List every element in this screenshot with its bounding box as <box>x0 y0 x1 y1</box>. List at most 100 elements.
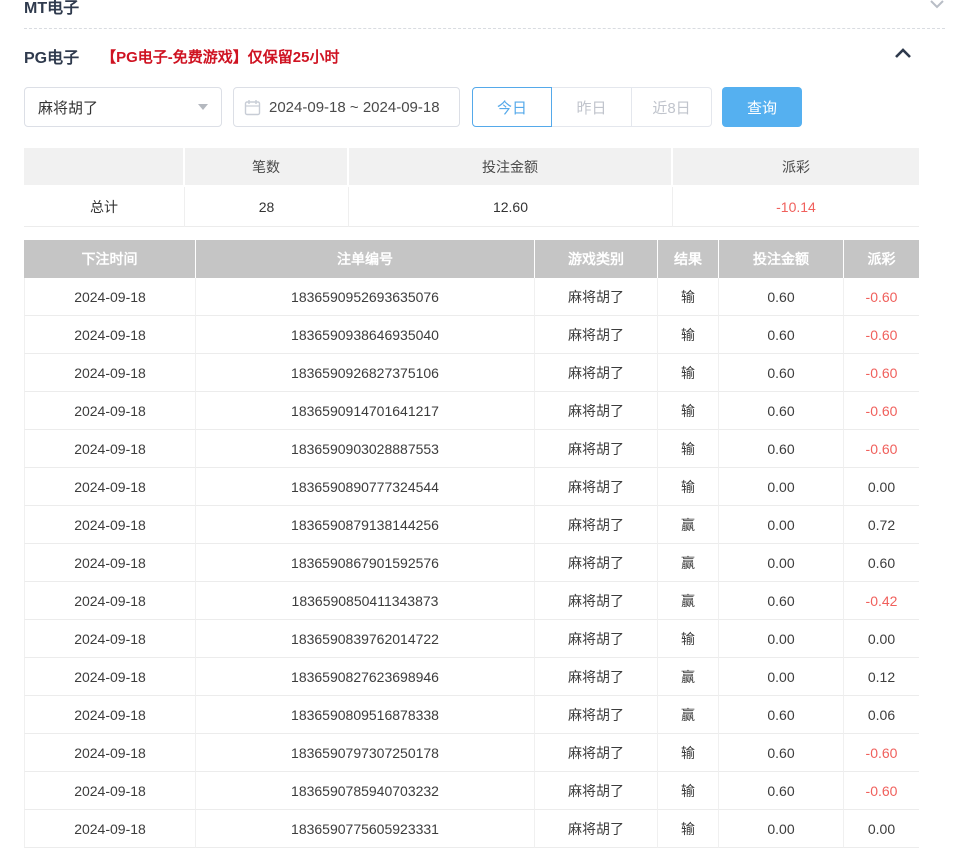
bets-header-cell-1: 注单编号 <box>196 240 535 278</box>
section-title: PG电子 <box>24 44 79 68</box>
bet-payout-cell: 0.00 <box>844 620 919 658</box>
summary-header-cell-2: 投注金额 <box>349 148 673 187</box>
game-select-value: 麻将胡了 <box>38 97 98 118</box>
bet-amount-cell: 0.00 <box>719 544 844 582</box>
bet-result-cell: 输 <box>658 734 719 772</box>
table-row: 2024-09-181836590890777324544麻将胡了输0.000.… <box>24 468 919 506</box>
bet-amount-cell: 0.60 <box>719 278 844 316</box>
bet-amount-cell: 0.60 <box>719 696 844 734</box>
bet-date-cell: 2024-09-18 <box>24 506 196 544</box>
table-row: 2024-09-181836590809516878338麻将胡了赢0.600.… <box>24 696 919 734</box>
query-button[interactable]: 查询 <box>722 87 802 127</box>
bet-id-cell: 1836590809516878338 <box>196 696 535 734</box>
bets-header-cell-4: 投注金额 <box>719 240 844 278</box>
bet-result-cell: 输 <box>658 620 719 658</box>
bet-result-cell: 输 <box>658 430 719 468</box>
bet-result-cell: 输 <box>658 392 719 430</box>
bet-date-cell: 2024-09-18 <box>24 658 196 696</box>
bet-date-cell: 2024-09-18 <box>24 772 196 810</box>
quick-filter-button-1[interactable]: 昨日 <box>552 87 632 127</box>
bet-id-cell: 1836590952693635076 <box>196 278 535 316</box>
table-row: 2024-09-181836590797307250178麻将胡了输0.60-0… <box>24 734 919 772</box>
chevron-up-icon <box>894 47 912 62</box>
table-row: 2024-09-181836590775605923331麻将胡了输0.000.… <box>24 810 919 848</box>
bet-id-cell: 1836590879138144256 <box>196 506 535 544</box>
bet-game-cell: 麻将胡了 <box>535 506 658 544</box>
bet-date-cell: 2024-09-18 <box>24 810 196 848</box>
game-select[interactable]: 麻将胡了 <box>24 87 222 127</box>
bet-result-cell: 输 <box>658 468 719 506</box>
bet-game-cell: 麻将胡了 <box>535 810 658 848</box>
bet-game-cell: 麻将胡了 <box>535 772 658 810</box>
quick-filter-button-2[interactable]: 近8日 <box>632 87 712 127</box>
bet-date-cell: 2024-09-18 <box>24 316 196 354</box>
bet-game-cell: 麻将胡了 <box>535 734 658 772</box>
bet-amount-cell: 0.60 <box>719 582 844 620</box>
bet-amount-cell: 0.60 <box>719 316 844 354</box>
bet-date-cell: 2024-09-18 <box>24 354 196 392</box>
summary-header-cell-3: 派彩 <box>673 148 919 187</box>
date-range-value: 2024-09-18 ~ 2024-09-18 <box>269 99 440 116</box>
bet-result-cell: 赢 <box>658 544 719 582</box>
bet-game-cell: 麻将胡了 <box>535 468 658 506</box>
summary-header-cell-0 <box>24 148 185 187</box>
bet-result-cell: 赢 <box>658 658 719 696</box>
previous-section-title: MT电子 <box>24 0 79 18</box>
bet-amount-cell: 0.00 <box>719 468 844 506</box>
bet-id-cell: 1836590785940703232 <box>196 772 535 810</box>
bet-id-cell: 1836590867901592576 <box>196 544 535 582</box>
bet-date-cell: 2024-09-18 <box>24 430 196 468</box>
bet-payout-cell: 0.72 <box>844 506 919 544</box>
bet-payout-cell: 0.60 <box>844 544 919 582</box>
quick-filter-button-0[interactable]: 今日 <box>472 87 552 127</box>
bets-header-cell-2: 游戏类别 <box>535 240 658 278</box>
bet-payout-cell: -0.60 <box>844 734 919 772</box>
caret-down-icon <box>198 104 208 110</box>
bets-header-row: 下注时间注单编号游戏类别结果投注金额派彩 <box>24 240 919 278</box>
filter-bar: 麻将胡了 2024-09-18 ~ 2024-09-18 今日昨日近8日 查询 <box>24 87 969 127</box>
bet-date-cell: 2024-09-18 <box>24 392 196 430</box>
bet-amount-cell: 0.60 <box>719 392 844 430</box>
bet-date-cell: 2024-09-18 <box>24 734 196 772</box>
table-row: 2024-09-181836590839762014722麻将胡了输0.000.… <box>24 620 919 658</box>
page-root: MT电子 PG电子 【PG电子-免费游戏】仅保留25小时 麻将胡了 <box>0 0 969 848</box>
bet-amount-cell: 0.60 <box>719 354 844 392</box>
bet-payout-cell: -0.60 <box>844 316 919 354</box>
bets-table: 下注时间注单编号游戏类别结果投注金额派彩 2024-09-18183659095… <box>24 240 919 848</box>
date-range-input[interactable]: 2024-09-18 ~ 2024-09-18 <box>233 87 460 127</box>
bet-payout-cell: -0.60 <box>844 354 919 392</box>
bet-game-cell: 麻将胡了 <box>535 620 658 658</box>
table-row: 2024-09-181836590926827375106麻将胡了输0.60-0… <box>24 354 919 392</box>
bet-payout-cell: 0.00 <box>844 810 919 848</box>
summary-total-label: 总计 <box>24 187 185 227</box>
bet-payout-cell: -0.60 <box>844 392 919 430</box>
table-row: 2024-09-181836590952693635076麻将胡了输0.60-0… <box>24 278 919 316</box>
previous-section-header: MT电子 <box>24 0 969 20</box>
summary-total-row: 总计 28 12.60 -10.14 <box>24 187 919 227</box>
bet-payout-cell: 0.00 <box>844 468 919 506</box>
collapse-section-button[interactable] <box>894 48 912 59</box>
bets-header-cell-0: 下注时间 <box>24 240 196 278</box>
bet-id-cell: 1836590850411343873 <box>196 582 535 620</box>
chevron-down-icon[interactable] <box>929 0 945 14</box>
bet-id-cell: 1836590839762014722 <box>196 620 535 658</box>
summary-header-row: 笔数投注金额派彩 <box>24 148 919 187</box>
section-divider <box>24 28 945 29</box>
bet-result-cell: 输 <box>658 278 719 316</box>
table-row: 2024-09-181836590879138144256麻将胡了赢0.000.… <box>24 506 919 544</box>
bet-payout-cell: -0.42 <box>844 582 919 620</box>
bet-payout-cell: -0.60 <box>844 430 919 468</box>
bet-result-cell: 赢 <box>658 506 719 544</box>
bet-id-cell: 1836590827623698946 <box>196 658 535 696</box>
bet-game-cell: 麻将胡了 <box>535 278 658 316</box>
bet-result-cell: 输 <box>658 810 719 848</box>
table-row: 2024-09-181836590850411343873麻将胡了赢0.60-0… <box>24 582 919 620</box>
bet-amount-cell: 0.00 <box>719 810 844 848</box>
bet-payout-cell: 0.12 <box>844 658 919 696</box>
bet-date-cell: 2024-09-18 <box>24 278 196 316</box>
bet-amount-cell: 0.60 <box>719 430 844 468</box>
bet-result-cell: 输 <box>658 772 719 810</box>
bets-header-cell-5: 派彩 <box>844 240 919 278</box>
pg-section-header: PG电子 【PG电子-免费游戏】仅保留25小时 <box>24 45 919 67</box>
bet-amount-cell: 0.00 <box>719 620 844 658</box>
